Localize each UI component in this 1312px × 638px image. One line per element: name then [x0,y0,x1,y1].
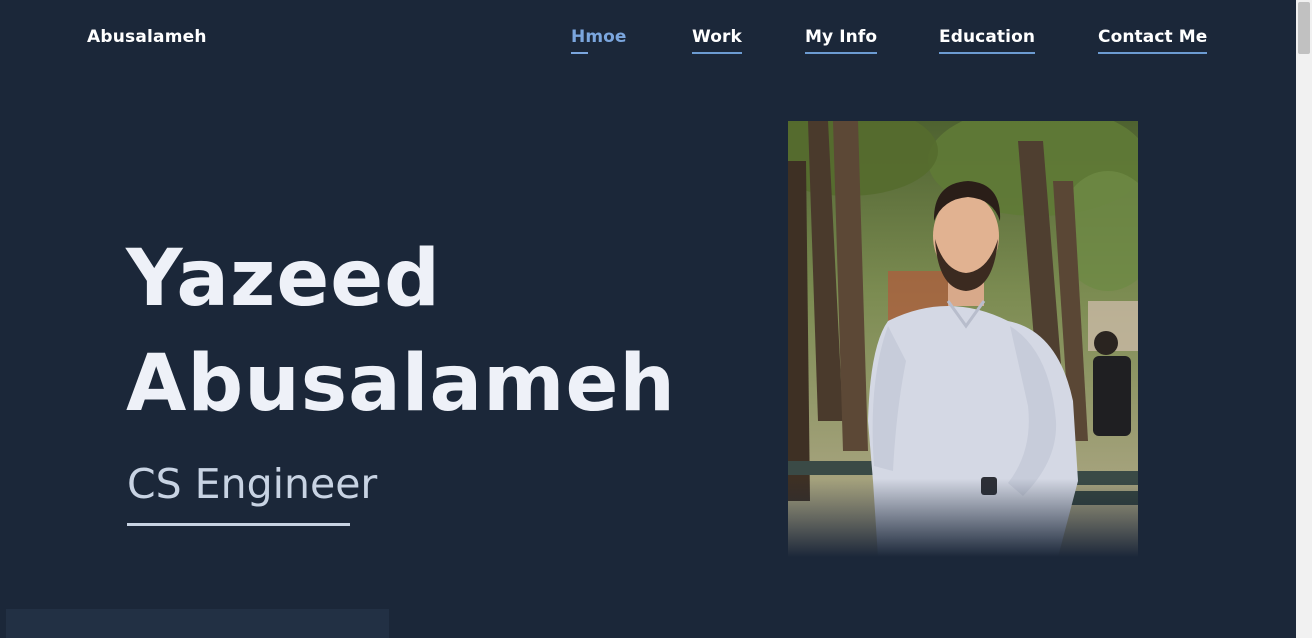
hero-last-name: Abusalameh [126,339,676,429]
profile-photo-illustration [788,121,1138,557]
page: Abusalameh Hmoe Work My Info Education C… [0,0,1296,638]
profile-photo [788,121,1138,557]
nav-link-education[interactable]: Education [939,27,1036,54]
site-logo[interactable]: Abusalameh [87,27,207,47]
nav-link-contact-me[interactable]: Contact Me [1098,27,1208,54]
nav-link-work[interactable]: Work [692,27,742,54]
hero-role: CS Engineer [127,460,378,508]
hero-first-name: Yazeed [126,234,441,324]
role-underline [127,523,350,526]
scrollbar-thumb[interactable] [1298,2,1310,54]
nav-link-home[interactable]: Hmoe [571,27,627,54]
nav-link-my-info[interactable]: My Info [805,27,878,54]
scrollbar-track[interactable] [1296,0,1312,638]
bottom-panel [6,609,389,638]
